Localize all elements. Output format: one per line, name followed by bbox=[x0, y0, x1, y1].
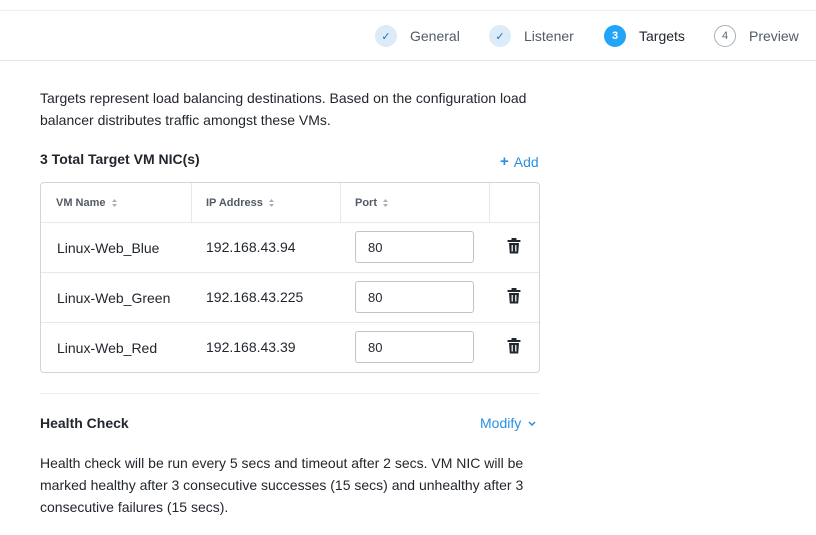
top-divider bbox=[0, 10, 816, 11]
step-preview[interactable]: 4 Preview bbox=[714, 25, 799, 47]
table-row: Linux-Web_Blue 192.168.43.94 bbox=[41, 223, 539, 273]
sort-icon bbox=[268, 198, 274, 207]
table-row: Linux-Web_Green 192.168.43.225 bbox=[41, 273, 539, 323]
step-number: 4 bbox=[714, 25, 736, 47]
column-header-port[interactable]: Port bbox=[355, 183, 388, 222]
check-icon: ✓ bbox=[489, 25, 511, 47]
trash-icon[interactable] bbox=[507, 288, 521, 304]
health-check-description: Health check will be run every 5 secs an… bbox=[40, 455, 524, 515]
trash-icon[interactable] bbox=[507, 238, 521, 254]
step-label: Targets bbox=[639, 28, 685, 44]
step-label: Listener bbox=[524, 28, 574, 44]
vm-name-cell: Linux-Web_Green bbox=[57, 290, 171, 306]
column-label: VM Name bbox=[56, 196, 106, 209]
column-divider bbox=[191, 183, 192, 222]
ip-address-cell: 192.168.43.225 bbox=[206, 289, 304, 305]
targets-table: VM Name IP Address Port Linux-Web_Blue 1… bbox=[40, 182, 540, 373]
trash-icon[interactable] bbox=[507, 338, 521, 354]
column-label: Port bbox=[355, 196, 377, 209]
section-divider bbox=[40, 393, 540, 394]
step-listener[interactable]: ✓ Listener bbox=[489, 25, 574, 47]
header-divider bbox=[0, 60, 816, 61]
step-label: Preview bbox=[749, 28, 799, 44]
chevron-down-icon bbox=[528, 420, 536, 426]
step-label: General bbox=[410, 28, 460, 44]
step-number: 3 bbox=[604, 25, 626, 47]
column-divider bbox=[489, 183, 490, 222]
vm-name-cell: Linux-Web_Red bbox=[57, 340, 158, 356]
table-row: Linux-Web_Red 192.168.43.39 bbox=[41, 323, 539, 372]
port-input[interactable] bbox=[355, 231, 474, 263]
step-general[interactable]: ✓ General bbox=[375, 25, 460, 47]
table-header: VM Name IP Address Port bbox=[41, 183, 539, 223]
port-input[interactable] bbox=[355, 281, 474, 313]
port-input[interactable] bbox=[355, 331, 474, 363]
plus-icon: + bbox=[500, 153, 509, 170]
check-icon: ✓ bbox=[375, 25, 397, 47]
add-target-button[interactable]: + Add bbox=[500, 153, 539, 170]
add-label: Add bbox=[513, 153, 539, 170]
column-divider bbox=[340, 183, 341, 222]
vm-name-cell: Linux-Web_Blue bbox=[57, 240, 160, 256]
targets-count-title: 3 Total Target VM NIC(s) bbox=[40, 151, 200, 167]
ip-address-cell: 192.168.43.94 bbox=[206, 239, 296, 255]
modify-health-check-button[interactable]: Modify bbox=[480, 415, 536, 431]
step-targets[interactable]: 3 Targets bbox=[604, 25, 685, 47]
column-header-vm-name[interactable]: VM Name bbox=[56, 183, 117, 222]
sort-icon bbox=[111, 198, 117, 207]
modify-label: Modify bbox=[480, 415, 522, 431]
sort-icon bbox=[383, 198, 388, 207]
health-check-title: Health Check bbox=[40, 415, 129, 431]
column-label: IP Address bbox=[206, 196, 263, 209]
targets-description: Targets represent load balancing destina… bbox=[40, 90, 527, 128]
column-header-ip-address[interactable]: IP Address bbox=[206, 183, 274, 222]
wizard-stepper: ✓ General ✓ Listener 3 Targets 4 Preview bbox=[0, 25, 816, 47]
ip-address-cell: 192.168.43.39 bbox=[206, 339, 296, 355]
